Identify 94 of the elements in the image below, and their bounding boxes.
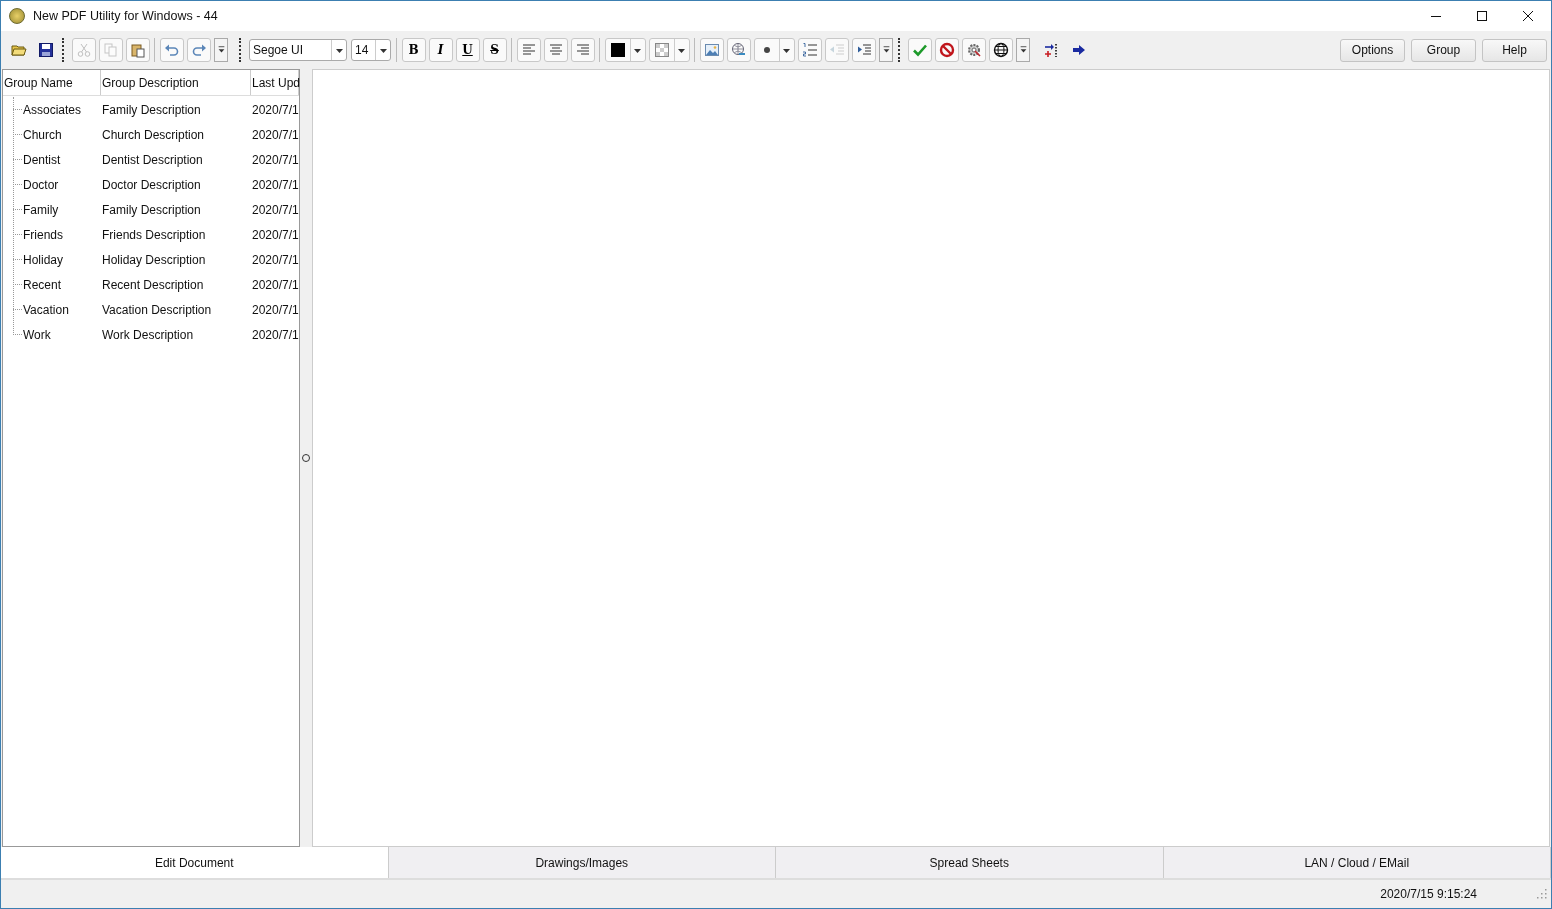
dropdown-caret-icon <box>216 45 226 55</box>
prohibited-icon <box>938 42 955 58</box>
group-name-cell[interactable]: Church <box>23 127 62 142</box>
last-updated-cell: 2020/7/1 <box>251 102 299 117</box>
align-left-icon <box>520 42 537 58</box>
overflow-dropdown-button[interactable] <box>214 38 228 62</box>
settings-button[interactable] <box>961 38 986 62</box>
column-header[interactable]: Last Upd <box>251 70 299 95</box>
group-description-cell-text: Vacation Description <box>101 302 213 317</box>
web-button[interactable] <box>988 38 1013 62</box>
group-description-cell-text: Doctor Description <box>101 177 202 192</box>
numbered-list-icon <box>801 42 818 58</box>
fill-color-picker[interactable] <box>648 38 690 62</box>
gear-icon <box>965 42 982 58</box>
checkmark-icon <box>911 42 928 58</box>
last-updated-cell: 2020/7/1 <box>251 127 299 142</box>
last-updated-cell: 2020/7/1 <box>251 227 299 242</box>
right-arrow-icon <box>1070 42 1087 58</box>
cancel-button[interactable] <box>934 38 959 62</box>
maximize-icon <box>1477 11 1487 21</box>
insert-link-button[interactable] <box>726 38 751 62</box>
tab[interactable]: Edit Document <box>1 847 389 878</box>
window-title: New PDF Utility for Windows - 44 <box>33 9 218 23</box>
column-header[interactable]: Group Name <box>3 70 101 95</box>
clipboard-icon <box>129 42 146 58</box>
align-right-button[interactable] <box>570 38 595 62</box>
group-name-cell[interactable]: Friends <box>23 227 63 242</box>
group-name-cell[interactable]: Vacation <box>23 302 69 317</box>
last-updated-cell: 2020/7/1 <box>251 302 299 317</box>
strike-button[interactable]: S <box>482 38 507 62</box>
last-updated-cell: 2020/7/1 <box>251 252 299 267</box>
italic-button[interactable]: I <box>428 38 453 62</box>
align-left-button[interactable] <box>516 38 541 62</box>
indent-icon <box>855 42 872 58</box>
redo-icon <box>190 42 207 58</box>
numbered-list-button[interactable] <box>797 38 822 62</box>
last-updated-cell: 2020/7/1 <box>251 152 299 167</box>
align-center-icon <box>547 42 564 58</box>
toolbar-button[interactable]: Help <box>1482 38 1547 62</box>
toolbar-button[interactable]: Options <box>1340 38 1405 62</box>
font-size-dropdown[interactable]: 14 <box>351 39 391 61</box>
globe-icon <box>992 42 1009 58</box>
group-description-cell-text: Holiday Description <box>101 252 207 267</box>
insert-image-button[interactable] <box>699 38 724 62</box>
toolbar-button[interactable]: Group <box>1411 38 1476 62</box>
indent-button[interactable] <box>851 38 876 62</box>
align-right-icon <box>574 42 591 58</box>
accept-button[interactable] <box>907 38 932 62</box>
last-updated-cell: 2020/7/1 <box>251 327 299 342</box>
checkered-swatch-icon <box>653 42 670 58</box>
group-description-cell-text: Family Description <box>101 202 202 217</box>
copy-icon <box>102 42 119 58</box>
redo-button[interactable] <box>186 38 211 62</box>
status-time: 2020/7/15 9:15:24 <box>1380 887 1477 901</box>
resize-grip-icon <box>1537 889 1547 899</box>
group-description-cell-text: Dentist Description <box>101 152 204 167</box>
undo-icon <box>163 42 180 58</box>
underline-button[interactable]: U <box>455 38 480 62</box>
group-name-cell[interactable]: Family <box>23 202 59 217</box>
scissors-icon <box>75 42 92 58</box>
dropdown-caret-icon <box>881 45 891 55</box>
group-name-cell[interactable]: Dentist <box>23 152 61 167</box>
overflow-dropdown-button[interactable] <box>879 38 893 62</box>
paste-button[interactable] <box>125 38 150 62</box>
overflow-dropdown-button[interactable] <box>1016 38 1030 62</box>
last-updated-cell: 2020/7/1 <box>251 177 299 192</box>
outdent-icon <box>828 42 845 58</box>
arrows-dotted-line-icon <box>1043 42 1060 58</box>
undo-button[interactable] <box>159 38 184 62</box>
text-color-picker[interactable] <box>604 38 646 62</box>
globe-link-icon <box>730 42 747 58</box>
column-header[interactable]: Group Description <box>101 70 251 95</box>
group-description-cell-text: Work Description <box>101 327 195 342</box>
solid-swatch-icon <box>609 42 626 58</box>
group-name-cell[interactable]: Associates <box>23 102 82 117</box>
dropdown-caret-icon <box>1018 45 1028 55</box>
group-name-cell[interactable]: Recent <box>23 277 62 292</box>
font-family-dropdown[interactable]: Segoe UI <box>249 39 347 61</box>
group-description-cell-text: Family Description <box>101 102 202 117</box>
group-name-cell[interactable]: Holiday <box>23 252 64 267</box>
group-name-cell[interactable]: Work <box>23 327 51 342</box>
bullet-style-picker[interactable] <box>753 38 795 62</box>
folder-icon <box>10 42 27 58</box>
close-icon <box>1523 11 1533 21</box>
group-description-cell-text: Church Description <box>101 127 206 142</box>
last-updated-cell: 2020/7/1 <box>251 277 299 292</box>
app-icon <box>9 8 25 24</box>
picture-icon <box>703 42 720 58</box>
bold-button[interactable]: B <box>401 38 426 62</box>
group-description-cell-text: Recent Description <box>101 277 205 292</box>
group-description-cell-text: Friends Description <box>101 227 207 242</box>
align-center-button[interactable] <box>543 38 568 62</box>
group-name-cell[interactable]: Doctor <box>23 177 59 192</box>
last-updated-cell: 2020/7/1 <box>251 202 299 217</box>
